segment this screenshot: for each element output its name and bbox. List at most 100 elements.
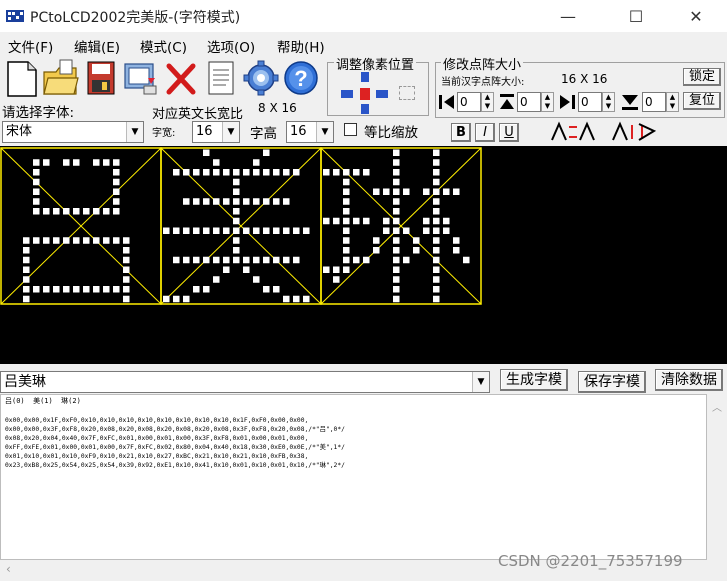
proportional-scale-checkbox[interactable]	[344, 123, 357, 136]
glyph-pixel	[403, 227, 410, 234]
char-width-label: 字宽:	[152, 128, 176, 139]
glyph-pixel	[453, 247, 460, 254]
glyph-dot-matrix[interactable]	[0, 146, 727, 364]
menu-help[interactable]: 帮助(H)	[277, 36, 325, 56]
generate-font-button[interactable]: 生成字模	[500, 369, 568, 391]
glyph-pixel	[173, 295, 180, 303]
minimize-button[interactable]: —	[545, 0, 591, 32]
glyph-pixel	[233, 198, 240, 205]
glyph-pixel	[33, 286, 40, 293]
glyph-pixel	[283, 227, 290, 234]
glyph-pixel	[243, 256, 250, 264]
spin-left-arrows[interactable]: ▲ ▼	[481, 92, 494, 112]
glyph-pixel	[33, 198, 40, 205]
glyph-pixel	[43, 237, 50, 244]
glyph-pixel	[73, 159, 80, 166]
glyph-pixel	[83, 237, 90, 244]
glyph-pixel	[203, 286, 210, 293]
glyph-pixel	[203, 256, 210, 264]
glyph-pixel	[243, 198, 250, 205]
glyph-pixel	[343, 237, 350, 244]
glyph-pixel	[93, 208, 100, 215]
save-font-button[interactable]: 保存字模	[578, 371, 646, 393]
reset-button[interactable]: 复位	[683, 92, 721, 110]
glyph-pixel	[113, 188, 120, 195]
chevron-down-icon: ▼	[316, 122, 333, 142]
glyph-pixel	[183, 256, 190, 264]
dot-size-title: 修改点阵大小	[441, 54, 524, 73]
glyph-pixel	[383, 227, 390, 234]
pixel-preview-box	[399, 86, 415, 100]
spin-top-arrows[interactable]: ▲ ▼	[541, 92, 554, 112]
glyph-pixel	[413, 247, 420, 254]
save-disk-icon[interactable]	[82, 58, 120, 98]
glyph-pixel	[373, 247, 380, 254]
glyph-pixel	[283, 256, 290, 264]
glyph-pixel	[393, 188, 400, 195]
glyph-pixel	[183, 227, 190, 234]
glyph-pixel	[23, 256, 30, 264]
spin-top-input[interactable]: 0	[517, 92, 541, 112]
glyph-pixel	[23, 266, 30, 273]
glyph-pixel	[203, 198, 210, 205]
glyph-pixel	[223, 256, 230, 264]
spin-right-arrows[interactable]: ▲ ▼	[602, 92, 615, 112]
close-button[interactable]: ✕	[673, 0, 719, 32]
glyph-pixel	[263, 149, 270, 156]
font-family-value: 宋体	[6, 124, 33, 139]
glyph-pixel	[213, 276, 220, 283]
menu-edit[interactable]: 编辑(E)	[74, 36, 120, 56]
spin-bottom-input[interactable]: 0	[642, 92, 666, 112]
pixel-shift-arrows-icon[interactable]	[338, 70, 398, 116]
notes-icon[interactable]	[202, 58, 240, 98]
spin-left-input[interactable]: 0	[457, 92, 481, 112]
glyph-pixel	[43, 208, 50, 215]
glyph-pixel	[343, 169, 350, 176]
glyph-pixel	[343, 227, 350, 234]
glyph-pixel	[113, 198, 120, 205]
font-family-select[interactable]: 宋体 ▼	[2, 121, 144, 143]
glyph-pixel	[223, 198, 230, 205]
app-icon	[6, 10, 24, 22]
import-image-icon[interactable]	[122, 58, 160, 98]
glyph-pixel	[303, 227, 310, 234]
menu-file[interactable]: 文件(F)	[8, 36, 53, 56]
menu-mode[interactable]: 模式(C)	[140, 36, 187, 56]
spin-bottom-arrows[interactable]: ▲ ▼	[666, 92, 679, 112]
char-width-select[interactable]: 16 ▼	[192, 121, 240, 143]
glyph-pixel	[43, 159, 50, 166]
shift-left-edge-icon	[439, 95, 454, 109]
glyph-pixel	[213, 198, 220, 205]
glyph-pixel	[393, 295, 400, 303]
maximize-button[interactable]: ☐	[613, 0, 659, 32]
vertical-scrollbar[interactable]: ︿	[707, 394, 727, 560]
underline-button[interactable]: U	[499, 123, 519, 142]
char-height-select[interactable]: 16 ▼	[286, 121, 334, 143]
glyph-pixel	[33, 178, 40, 186]
text-input[interactable]: 吕美琳 ▼	[0, 371, 490, 393]
glyph-pixel	[323, 169, 330, 176]
scroll-up-icon[interactable]: ︿	[712, 399, 722, 414]
glyph-pixel	[193, 169, 200, 176]
clear-data-button[interactable]: 清除数据	[655, 369, 723, 391]
help-icon[interactable]: ?	[282, 58, 320, 98]
glyph-pixel	[263, 256, 270, 264]
italic-button[interactable]: I	[475, 123, 495, 142]
spin-right-input[interactable]: 0	[578, 92, 602, 112]
scroll-left-icon[interactable]: ‹	[6, 562, 11, 576]
delete-x-icon[interactable]	[162, 58, 200, 98]
mirror-horizontal-icon[interactable]	[549, 121, 597, 143]
lock-button[interactable]: 锁定	[683, 68, 721, 86]
open-folder-icon[interactable]	[42, 58, 80, 98]
font-data-output[interactable]: 吕(0) 美(1) 琳(2) 0x00,0x00,0x1F,0xF0,0x10,0…	[0, 394, 707, 560]
bold-button[interactable]: B	[451, 123, 471, 142]
new-file-icon[interactable]	[4, 58, 42, 98]
menu-options[interactable]: 选项(O)	[207, 36, 255, 56]
shift-bottom-edge-icon	[622, 95, 638, 110]
mirror-vertical-icon[interactable]	[610, 121, 658, 143]
glyph-pixel	[123, 266, 130, 273]
glyph-pixel	[243, 169, 250, 176]
glyph-pixel	[393, 149, 400, 156]
settings-gear-icon[interactable]	[242, 58, 280, 98]
glyph-pixel	[103, 159, 110, 166]
